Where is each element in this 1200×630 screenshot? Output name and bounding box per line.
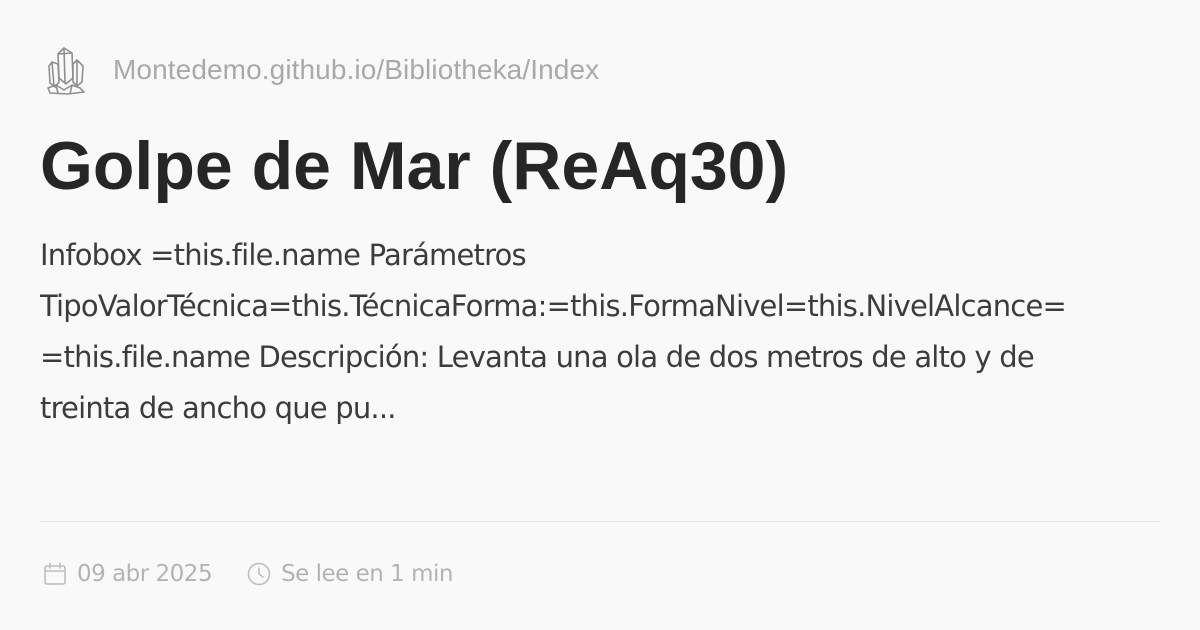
description-line: TipoValorTécnica=this.TécnicaForma:=this… (40, 289, 1067, 323)
divider (40, 521, 1160, 522)
publish-date: 09 abr 2025 (42, 561, 213, 587)
description-line: =this.file.name Descripción: Levanta una… (40, 340, 1035, 374)
reading-time: Se lee en 1 min (246, 561, 453, 587)
publish-date-text: 09 abr 2025 (77, 561, 213, 587)
site-url[interactable]: Montedemo.github.io/Bibliotheka/Index (113, 54, 599, 86)
page-description: Infobox =this.file.name Parámetros TipoV… (40, 230, 1158, 434)
reading-time-text: Se lee en 1 min (281, 561, 453, 587)
preview-card: Montedemo.github.io/Bibliotheka/Index Go… (0, 0, 1200, 630)
description-line: Infobox =this.file.name Parámetros (40, 238, 527, 272)
crystal-cluster-icon (45, 43, 87, 97)
post-meta: 09 abr 2025 Se lee en 1 min (42, 555, 453, 593)
page-title: Golpe de Mar (ReAq30) (40, 128, 789, 204)
calendar-icon (42, 561, 68, 587)
clock-icon (246, 561, 272, 587)
description-line: treinta de ancho que pu... (40, 391, 397, 425)
site-header: Montedemo.github.io/Bibliotheka/Index (45, 40, 599, 100)
